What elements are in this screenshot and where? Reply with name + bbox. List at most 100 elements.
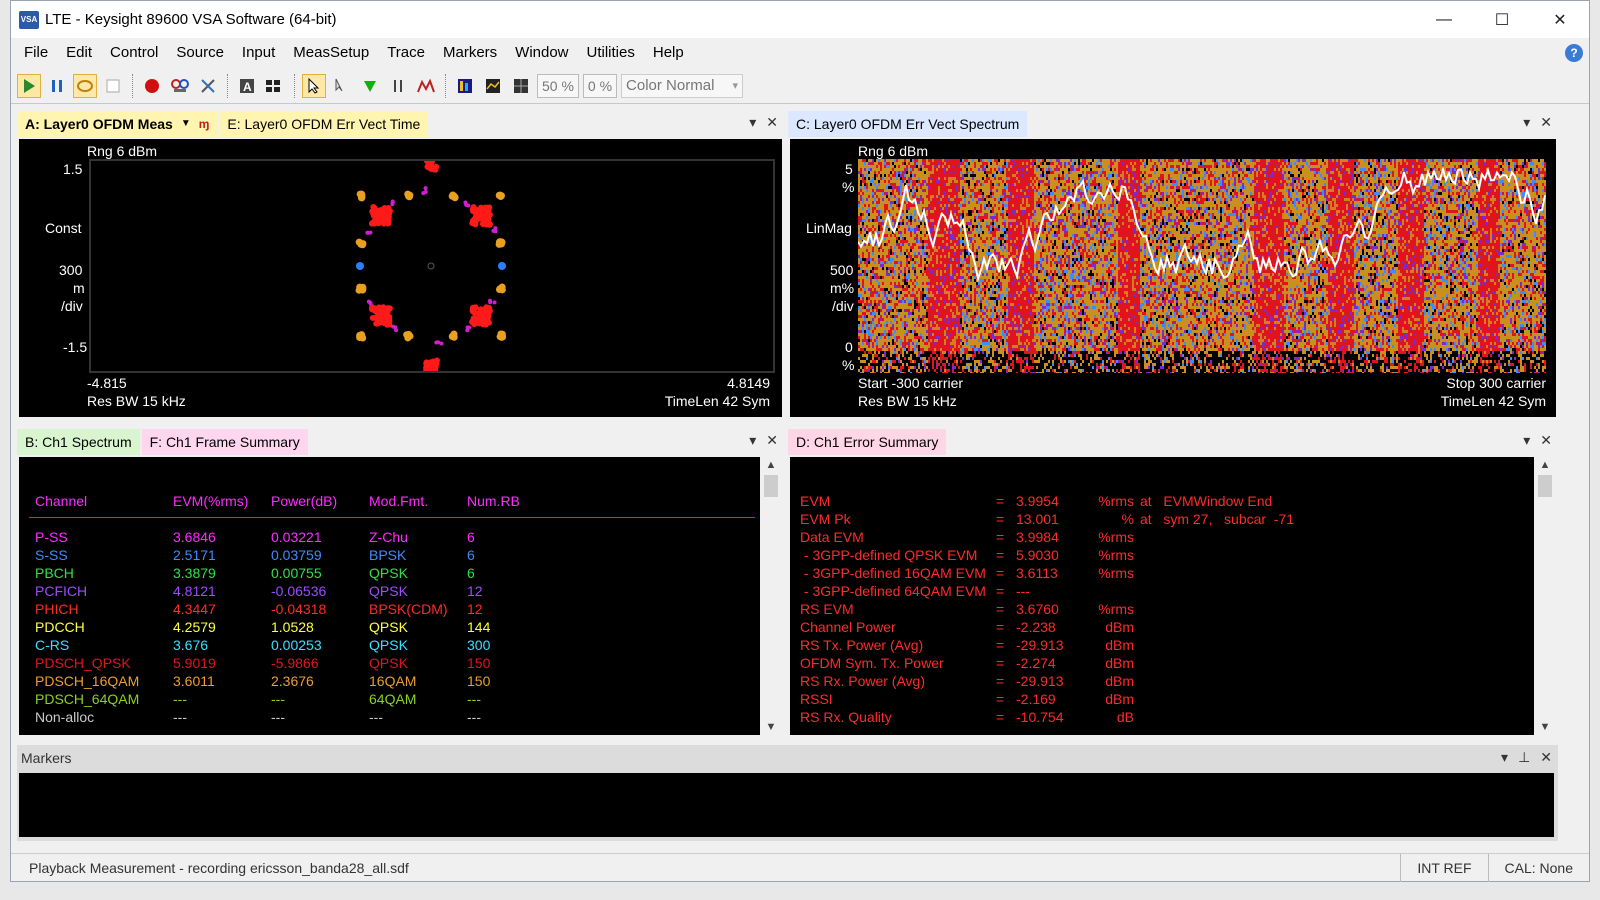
maximize-button[interactable]: ☐ [1473, 1, 1531, 38]
tab-e-err-vect-time[interactable]: E: Layer0 OFDM Err Vect Time [219, 111, 428, 137]
continuous-icon[interactable] [73, 74, 97, 98]
table-cell: --- [369, 709, 383, 725]
layout-icon[interactable] [263, 74, 287, 98]
table-cell: 3.6011 [173, 673, 215, 689]
err-vect-spectrum-plot[interactable]: Rng 6 dBm 5 % LinMag 500 m% /div 0 % Sta… [790, 139, 1556, 417]
scroll-down-icon[interactable]: ▼ [762, 719, 780, 735]
scroll-thumb[interactable] [764, 475, 778, 497]
table-cell: --- [173, 691, 187, 707]
marker-icon[interactable] [358, 74, 382, 98]
recording-options-icon[interactable] [168, 74, 192, 98]
pointer-icon[interactable] [302, 74, 326, 98]
grid-icon[interactable] [509, 74, 533, 98]
scale-value: 500 [830, 262, 853, 278]
help-icon[interactable]: ? [1565, 44, 1583, 62]
single-icon[interactable] [101, 74, 125, 98]
menu-edit[interactable]: Edit [57, 38, 101, 68]
menu-window[interactable]: Window [506, 38, 577, 68]
scroll-up-icon[interactable]: ▲ [762, 457, 780, 473]
play-icon[interactable] [17, 74, 41, 98]
peak-marker-icon[interactable] [414, 74, 438, 98]
table-row: P-SS 3.6846 0.03221 Z-Chu 6 [35, 529, 735, 547]
menu-utilities[interactable]: Utilities [578, 38, 644, 68]
menu-source[interactable]: Source [167, 38, 233, 68]
tab-b-ch1-spectrum[interactable]: B: Ch1 Spectrum [17, 429, 140, 455]
tab-c-err-vect-spectrum[interactable]: C: Layer0 OFDM Err Vect Spectrum [788, 111, 1027, 137]
close-icon[interactable]: ✕ [1540, 432, 1552, 449]
table-cell: Z-Chu [369, 529, 408, 545]
menu-file[interactable]: File [15, 38, 57, 68]
chevron-down-icon[interactable]: ▾ [1501, 749, 1508, 766]
scroll-up-icon[interactable]: ▲ [1536, 457, 1554, 473]
pane-d: D: Ch1 Error Summary ▾ ✕ EVM = 3.9954 %rms at… [788, 427, 1558, 739]
close-icon[interactable]: ✕ [766, 432, 778, 449]
summary-name: RS Tx. Power (Avg) [800, 637, 923, 653]
range-label: Rng 6 dBm [858, 143, 928, 159]
frame-summary-scrollbar[interactable]: ▲ ▼ [762, 457, 780, 735]
menu-input[interactable]: Input [233, 38, 284, 68]
trace-icon[interactable] [481, 74, 505, 98]
chevron-down-icon[interactable]: ▾ [1523, 432, 1530, 449]
opacity-field[interactable]: 0 % [583, 74, 617, 98]
table-cell: 64QAM [369, 691, 416, 707]
color-scheme-select[interactable]: Color Normal [621, 74, 743, 98]
pause-icon[interactable] [45, 74, 69, 98]
toolbar-separator [227, 74, 228, 98]
markers-pane: Markers ▾ ⊥ ✕ [17, 745, 1558, 841]
summary-name: EVM [800, 493, 830, 509]
table-cell: 150 [467, 655, 490, 671]
pane-a: A: Layer0 OFDM Meas ▼ ɱ E: Layer0 OFDM Err… [17, 109, 784, 421]
markers-title: Markers [17, 745, 1558, 771]
record-icon[interactable] [140, 74, 164, 98]
band-marker-icon[interactable] [386, 74, 410, 98]
tab-a-ofdm-meas[interactable]: A: Layer0 OFDM Meas ▼ ɱ [17, 111, 217, 137]
col-channel: Channel [35, 493, 87, 509]
close-button[interactable]: ✕ [1531, 1, 1589, 38]
minimize-button[interactable]: — [1415, 1, 1473, 38]
list-item: - 3GPP-defined 64QAM EVM = --- [790, 583, 1530, 601]
pane-d-tabstrip: D: Ch1 Error Summary ▾ ✕ [788, 427, 1558, 455]
summary-val: -2.169 [1016, 691, 1056, 707]
summary-unit: %rms [1096, 601, 1134, 617]
table-cell: PBCH [35, 565, 74, 581]
menu-trace[interactable]: Trace [378, 38, 434, 68]
chevron-down-icon[interactable]: ▾ [749, 432, 756, 449]
tools-icon[interactable] [196, 74, 220, 98]
summary-eq: = [996, 619, 1004, 635]
pin-icon[interactable]: ⊥ [1518, 749, 1530, 766]
scroll-down-icon[interactable]: ▼ [1536, 719, 1554, 735]
table-row: PCFICH 4.8121 -0.06536 QPSK 12 [35, 583, 735, 601]
summary-val: 3.6113 [1016, 565, 1058, 581]
int-ref-indicator[interactable]: INT REF [1400, 854, 1487, 882]
chevron-down-icon[interactable]: ▾ [1523, 114, 1530, 131]
list-item: RS Tx. Power (Avg) = -29.913 dBm [790, 637, 1530, 655]
error-summary-scrollbar[interactable]: ▲ ▼ [1536, 457, 1554, 735]
menu-markers[interactable]: Markers [434, 38, 506, 68]
chevron-down-icon[interactable]: ▼ [181, 111, 191, 137]
table-cell: 12 [467, 601, 483, 617]
close-icon[interactable]: ✕ [1540, 114, 1552, 131]
table-cell: 0.03221 [271, 529, 322, 545]
menu-control[interactable]: Control [101, 38, 167, 68]
tab-f-frame-summary[interactable]: F: Ch1 Frame Summary [142, 429, 308, 455]
close-icon[interactable]: ✕ [1540, 749, 1552, 766]
table-row: S-SS 2.5171 0.03759 BPSK 6 [35, 547, 735, 565]
annotation-icon[interactable]: A [235, 74, 259, 98]
table-cell: 3.676 [173, 637, 208, 653]
zoom-pointer-icon[interactable] [330, 74, 354, 98]
constellation-plot[interactable]: Rng 6 dBm 1.5 Const 300 m /div -1.5 -4.8… [19, 139, 782, 417]
summary-name: EVM Pk [800, 511, 851, 527]
summary-name: - 3GPP-defined 16QAM EVM [800, 565, 986, 581]
menu-meassetup[interactable]: MeasSetup [284, 38, 378, 68]
menu-help[interactable]: Help [644, 38, 693, 68]
chevron-down-icon[interactable]: ▾ [749, 114, 756, 131]
spectrogram-icon[interactable] [453, 74, 477, 98]
scroll-thumb[interactable] [1538, 475, 1552, 497]
close-icon[interactable]: ✕ [766, 114, 778, 131]
persistence-field[interactable]: 50 % [537, 74, 579, 98]
summary-name: RS EVM [800, 601, 854, 617]
markers-controls: ▾ ⊥ ✕ [1501, 749, 1552, 766]
tab-d-error-summary[interactable]: D: Ch1 Error Summary [788, 429, 946, 455]
cal-indicator[interactable]: CAL: None [1488, 854, 1589, 882]
summary-unit: %rms [1096, 493, 1134, 509]
